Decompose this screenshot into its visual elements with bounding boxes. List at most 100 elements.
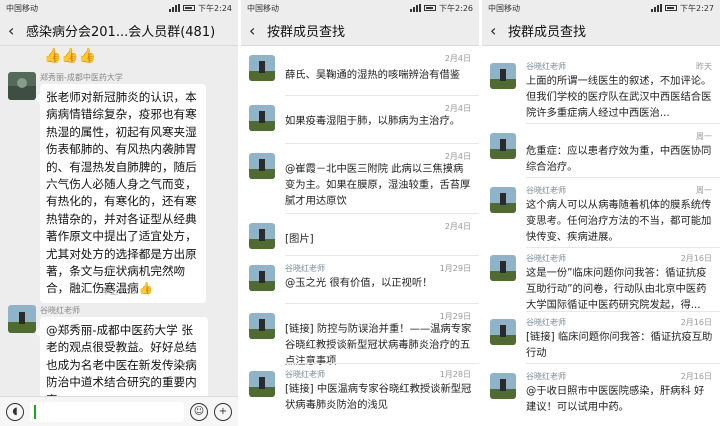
battery-icon <box>424 5 437 11</box>
member-name: 谷晓红老师 <box>526 254 566 263</box>
divider <box>526 177 720 178</box>
emoji-icon[interactable]: ☺ <box>190 402 208 421</box>
message-bubble[interactable]: 张老师对新冠肺炎的认识，本病病情错综复杂，疫邪也有寒热湿的属性，初起有风寒夹湿伤… <box>35 84 206 303</box>
message-date: 2月16日 <box>680 254 712 263</box>
carrier-label: 中国移动 <box>488 3 520 13</box>
signal-icon <box>169 4 181 12</box>
avatar <box>490 255 516 281</box>
avatar <box>249 153 275 179</box>
status-bar: 中国移动 下午2:26 <box>241 0 479 16</box>
message-preview: 这是一份”临床问题你问我答：循证抗疫互助行动”的问卷，行动队由北京中医药大学国际… <box>526 267 707 311</box>
message-preview: [链接] 中医温病专家谷晓红教授谈新型冠状病毒肺炎防治的浅见 <box>285 383 472 411</box>
clock-label: 下午2:27 <box>680 3 714 13</box>
chat-input-bar: ◖ ☺ + <box>0 396 238 426</box>
divider <box>285 255 479 256</box>
divider <box>285 303 479 304</box>
message-date: 1月28日 <box>439 370 471 379</box>
message-input[interactable] <box>30 401 184 422</box>
sender-name: 谷晓红老师 <box>40 306 80 315</box>
message-date: 2月16日 <box>680 318 712 327</box>
member-name: 谷晓红老师 <box>526 372 566 381</box>
search-result-list[interactable]: 谷晓红老师 昨天 上面的所谓一线医生的叙述，不加评论。但我们学校的医疗队在武汉中… <box>482 47 720 426</box>
avatar[interactable] <box>8 72 36 100</box>
clock-label: 下午2:26 <box>439 3 473 13</box>
back-arrow-icon[interactable]: ‹ <box>249 21 267 40</box>
avatar <box>249 313 275 339</box>
avatar <box>490 63 516 89</box>
avatar <box>490 319 516 345</box>
avatar[interactable] <box>8 305 36 333</box>
avatar <box>249 55 275 81</box>
status-bar: 中国移动 下午2:27 <box>482 0 720 16</box>
avatar <box>249 371 275 397</box>
avatar <box>249 223 275 249</box>
list-item[interactable]: 谷晓红老师 2月16日 @于收日照市中医医院感染，肝病科 好建议！可以试用中药。 <box>482 369 720 419</box>
back-arrow-icon[interactable]: ‹ <box>490 21 508 40</box>
list-item[interactable]: 2月4日 如果疫毒湿阻于肺，以肺病为主治疗。 <box>241 101 479 149</box>
message-preview: @崔霞－北中医三附院 此病以三焦摸病变为主。如果在膜原，湿浊较重，舌苔厚腻才用达… <box>285 163 471 207</box>
page-title: 按群成员查找 <box>508 25 587 40</box>
message-date: 2月16日 <box>680 372 712 381</box>
avatar <box>490 133 516 159</box>
member-name: 谷晓红老师 <box>285 264 325 273</box>
carrier-label: 中国移动 <box>247 3 279 13</box>
carrier-label: 中国移动 <box>6 3 38 13</box>
list-item[interactable]: 谷晓红老师 2月16日 这是一份”临床问题你问我答：循证抗疫互助行动”的问卷，行… <box>482 251 720 313</box>
search-title-bar: ‹ 按群成员查找 <box>241 16 479 46</box>
avatar <box>490 187 516 213</box>
list-item[interactable]: 周一 危重症：应以患者疗效为重，中西医协同综合治疗。 <box>482 129 720 179</box>
message-preview: 如果疫毒湿阻于肺，以肺病为主治疗。 <box>285 115 461 127</box>
divider <box>526 123 720 124</box>
signal-icon <box>410 4 422 12</box>
voice-icon[interactable]: ◖ <box>6 402 24 421</box>
search-result-list[interactable]: 2月4日 薛氏、吴鞠通的湿热的咳喘辨治有借鉴 2月4日 如果疫毒湿阻于肺，以肺病… <box>241 47 479 426</box>
message-preview: @于收日照市中医医院感染，肝病科 好建议！可以试用中药。 <box>526 385 705 413</box>
back-arrow-icon[interactable]: ‹ <box>8 21 26 40</box>
page-title: 按群成员查找 <box>267 25 346 40</box>
group-title: 感染病分会201...会人员群(481) <box>26 25 216 40</box>
divider <box>526 311 720 312</box>
divider <box>526 363 720 364</box>
message-preview: 上面的所谓一线医生的叙述，不加评论。但我们学校的医疗队在武汉中西医结合医院许多重… <box>526 75 712 119</box>
avatar <box>490 373 516 399</box>
avatar <box>249 265 275 291</box>
list-item[interactable]: 谷晓红老师 昨天 上面的所谓一线医生的叙述，不加评论。但我们学校的医疗队在武汉中… <box>482 59 720 125</box>
message-preview: [图片] <box>285 233 314 245</box>
thumbs-up-emoji: 👍👍👍 <box>44 48 97 64</box>
divider <box>285 213 479 214</box>
divider <box>285 95 479 96</box>
list-item[interactable]: 谷晓红老师 周一 这个病人可以从病毒随着机体的膜系统传变思考。任何治疗方法的不当… <box>482 183 720 249</box>
member-search-panel: 中国移动 下午2:26 ‹ 按群成员查找 2月4日 薛氏、吴鞠通的湿热的咳喘辨治… <box>241 0 479 426</box>
message-date: 2月4日 <box>444 54 471 63</box>
plus-icon[interactable]: + <box>214 402 232 421</box>
battery-icon <box>183 5 196 11</box>
avatar <box>249 105 275 131</box>
message-date: 周一 <box>696 186 712 195</box>
member-name: 谷晓红老师 <box>526 318 566 327</box>
battery-icon <box>665 5 678 11</box>
search-title-bar: ‹ 按群成员查找 <box>482 16 720 46</box>
message-date: 周一 <box>696 132 712 141</box>
list-item[interactable]: 谷晓红老师 1月29日 @玉之光 很有价值，以正视听！ <box>241 261 479 305</box>
list-item[interactable]: 2月4日 薛氏、吴鞠通的湿热的咳喘辨治有借鉴 <box>241 51 479 101</box>
divider <box>285 363 479 364</box>
message-list[interactable]: 👍👍👍 郑秀丽-成都中医药大学 张老师对新冠肺炎的认识，本病病情错综复杂，疫邪也… <box>0 46 238 415</box>
message-preview: [链接] 防控与防误治并重！——温病专家谷晓红教授谈新型冠状病毒肺炎治疗的五点注… <box>285 323 472 367</box>
list-item[interactable]: 2月4日 @崔霞－北中医三附院 此病以三焦摸病变为主。如果在膜原，湿浊较重，舌苔… <box>241 149 479 219</box>
text-caret <box>34 404 36 419</box>
message-date: 1月29日 <box>439 264 471 273</box>
list-item[interactable]: 谷晓红老师 1月28日 [链接] 中医温病专家谷晓红教授谈新型冠状病毒肺炎防治的… <box>241 367 479 423</box>
chat-title-bar: ‹ 感染病分会201...会人员群(481) <box>0 16 238 46</box>
divider <box>526 247 720 248</box>
message-preview: 危重症：应以患者疗效为重，中西医协同综合治疗。 <box>526 145 712 173</box>
member-search-panel: 中国移动 下午2:27 ‹ 按群成员查找 谷晓红老师 昨天 上面的所谓一线医生的… <box>482 0 720 426</box>
list-item[interactable]: 2月4日 [图片] <box>241 219 479 259</box>
message-date: 昨天 <box>696 62 712 71</box>
list-item[interactable]: 谷晓红老师 2月16日 [链接] 临床问题你问我答：循证抗疫互助行动 <box>482 315 720 363</box>
divider <box>285 143 479 144</box>
group-chat-panel: 中国移动 下午2:24 ‹ 感染病分会201...会人员群(481) 👍👍👍 郑… <box>0 0 238 426</box>
sender-name: 郑秀丽-成都中医药大学 <box>40 73 123 82</box>
message-preview: [链接] 临床问题你问我答：循证抗疫互助行动 <box>526 331 713 359</box>
signal-icon <box>651 4 663 12</box>
member-name: 谷晓红老师 <box>526 186 566 195</box>
